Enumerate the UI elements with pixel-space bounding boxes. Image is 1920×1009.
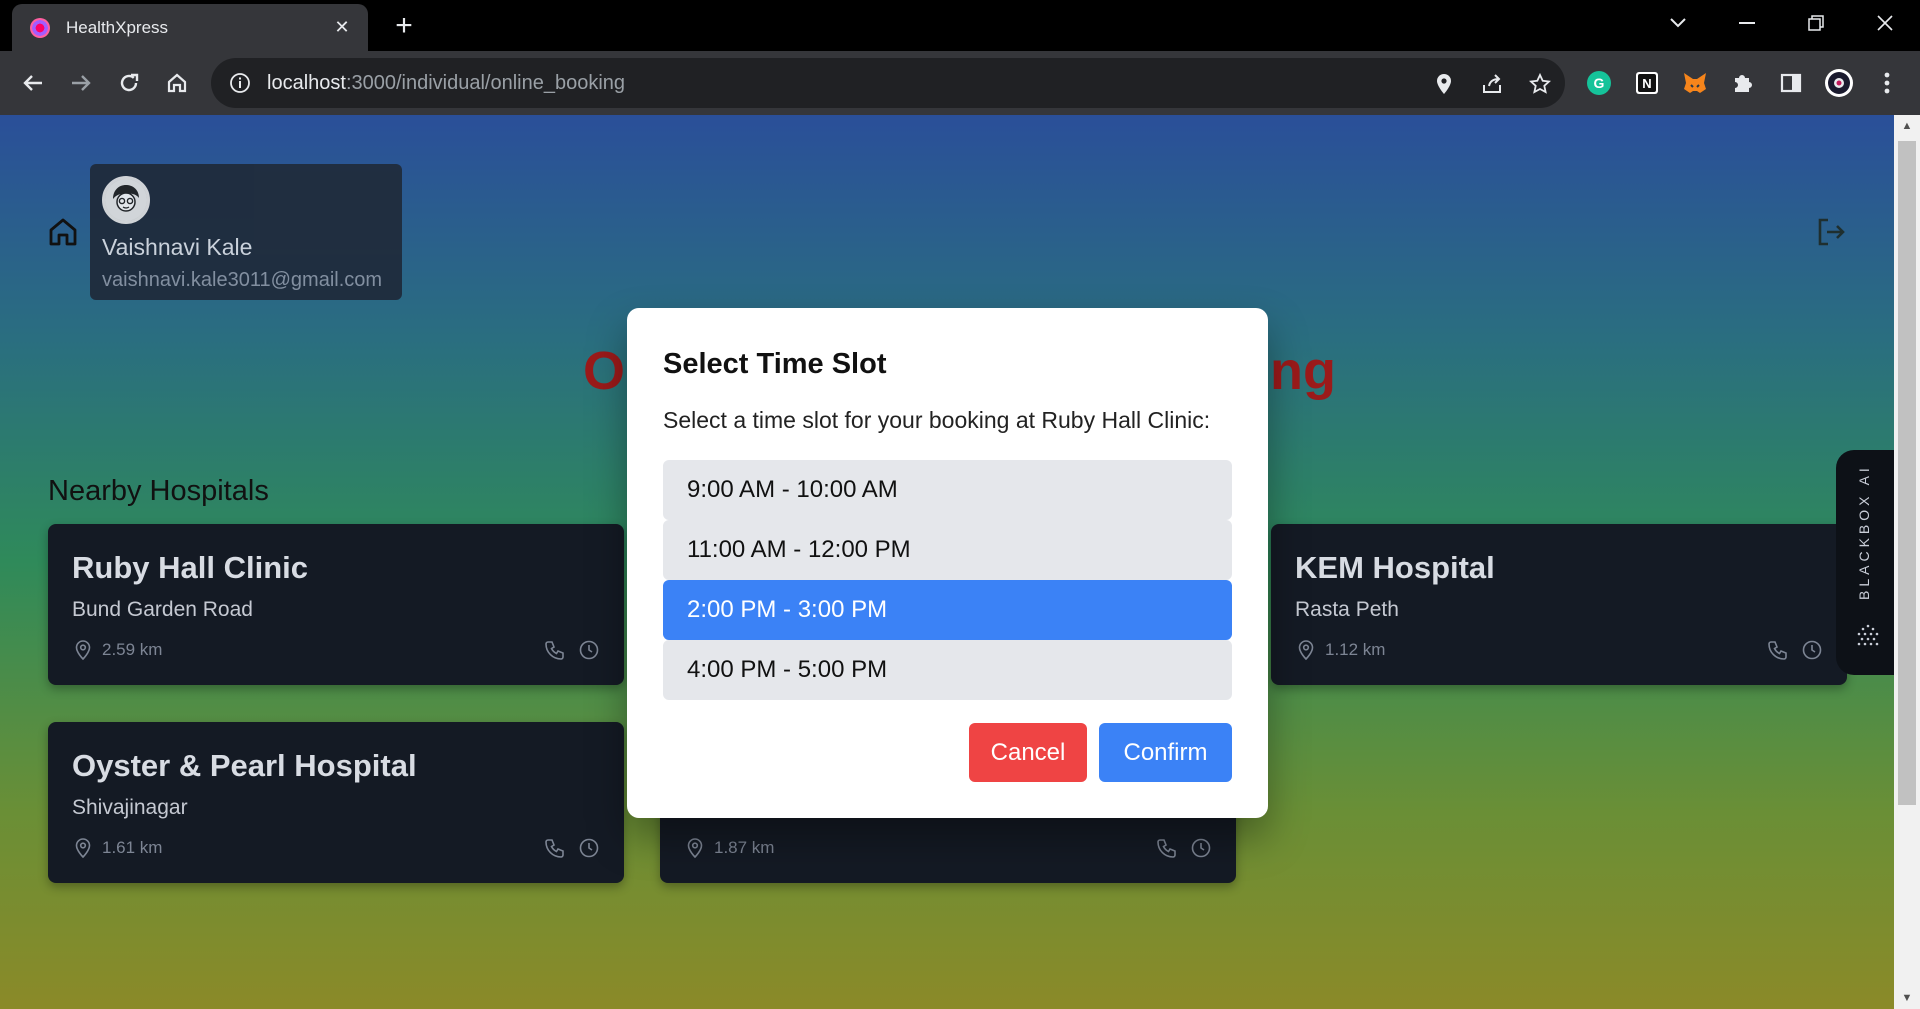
side-panel-icon[interactable] <box>1775 67 1807 99</box>
hospital-card[interactable]: KEM Hospital Rasta Peth 1.12 km <box>1271 524 1847 685</box>
hospital-name: KEM Hospital <box>1295 550 1495 585</box>
clock-icon[interactable] <box>578 837 600 859</box>
map-pin-icon <box>1295 639 1317 661</box>
confirm-button[interactable]: Confirm <box>1099 723 1232 782</box>
nearby-hospitals-heading: Nearby Hospitals <box>48 475 269 507</box>
notion-extension-icon[interactable]: N <box>1631 67 1663 99</box>
hospital-card[interactable]: Ruby Hall Clinic Bund Garden Road 2.59 k… <box>48 524 624 685</box>
avatar <box>102 176 150 224</box>
tab-strip: HealthXpress ✕ + <box>0 0 1920 51</box>
hospital-area: Shivajinagar <box>72 796 188 819</box>
browser-tab[interactable]: HealthXpress ✕ <box>12 4 368 51</box>
user-profile-card[interactable]: Vaishnavi Kale vaishnavi.kale3011@gmail.… <box>90 164 402 300</box>
metamask-extension-icon[interactable] <box>1679 67 1711 99</box>
new-tab-button[interactable]: + <box>388 9 420 42</box>
address-bar[interactable]: localhost:3000/individual/online_booking <box>211 58 1565 108</box>
modal-title: Select Time Slot <box>663 348 887 380</box>
hospital-distance: 1.61 km <box>72 837 162 859</box>
map-pin-icon <box>72 837 94 859</box>
phone-icon[interactable] <box>1156 837 1178 859</box>
share-icon[interactable] <box>1479 71 1505 97</box>
clock-icon[interactable] <box>1190 837 1212 859</box>
browser-toolbar: localhost:3000/individual/online_booking… <box>0 51 1920 115</box>
hospital-card[interactable]: Oyster & Pearl Hospital Shivajinagar 1.6… <box>48 722 624 883</box>
browser-menu-icon[interactable] <box>1871 67 1903 99</box>
hospital-area: Bund Garden Road <box>72 598 253 621</box>
logout-icon[interactable] <box>1814 215 1850 251</box>
phone-icon[interactable] <box>1767 639 1789 661</box>
blackbox-ai-widget[interactable]: BLACKBOX AI <box>1836 450 1896 675</box>
cancel-button[interactable]: Cancel <box>969 723 1087 782</box>
phone-icon[interactable] <box>544 639 566 661</box>
reload-button[interactable] <box>113 67 145 99</box>
profile-avatar-icon[interactable] <box>1823 67 1855 99</box>
forward-button[interactable] <box>65 67 97 99</box>
minimize-button[interactable] <box>1727 8 1767 38</box>
scroll-down-arrow-icon[interactable]: ▼ <box>1894 987 1920 1009</box>
page-scrollbar[interactable]: ▲ ▼ <box>1894 115 1920 1009</box>
svg-text:N: N <box>1642 76 1651 91</box>
home-button[interactable] <box>161 67 193 99</box>
home-icon[interactable] <box>46 215 80 249</box>
time-slot-option-selected[interactable]: 2:00 PM - 3:00 PM <box>663 580 1232 640</box>
restore-button[interactable] <box>1796 8 1836 38</box>
modal-description: Select a time slot for your booking at R… <box>663 407 1211 433</box>
app-favicon-icon <box>30 17 50 38</box>
time-slot-option[interactable]: 9:00 AM - 10:00 AM <box>663 460 1232 520</box>
location-icon[interactable] <box>1431 71 1457 97</box>
user-name: Vaishnavi Kale <box>102 234 253 260</box>
tab-title: HealthXpress <box>66 17 169 37</box>
blackbox-dots-icon <box>1854 622 1882 650</box>
hospital-distance: 1.87 km <box>684 837 774 859</box>
time-slot-list: 9:00 AM - 10:00 AM 11:00 AM - 12:00 PM 2… <box>663 460 1232 700</box>
site-info-icon[interactable] <box>229 72 251 94</box>
hospital-area: Rasta Peth <box>1295 598 1399 621</box>
grammarly-extension-icon[interactable]: G <box>1583 67 1615 99</box>
scrollbar-thumb[interactable] <box>1898 141 1916 805</box>
close-tab-icon[interactable]: ✕ <box>330 16 354 40</box>
hospital-name: Ruby Hall Clinic <box>72 550 308 585</box>
bookmark-star-icon[interactable] <box>1527 71 1553 97</box>
hospital-distance: 2.59 km <box>72 639 162 661</box>
hospital-name: Oyster & Pearl Hospital <box>72 748 417 783</box>
time-slot-option[interactable]: 4:00 PM - 5:00 PM <box>663 640 1232 700</box>
url-text[interactable]: localhost:3000/individual/online_booking <box>267 72 625 95</box>
phone-icon[interactable] <box>544 837 566 859</box>
close-window-button[interactable] <box>1865 8 1905 38</box>
tab-search-chevron-icon[interactable] <box>1658 8 1698 38</box>
scroll-up-arrow-icon[interactable]: ▲ <box>1894 115 1920 137</box>
hospital-distance: 1.12 km <box>1295 639 1385 661</box>
svg-text:G: G <box>1594 75 1605 91</box>
user-email: vaishnavi.kale3011@gmail.com <box>102 269 383 291</box>
blackbox-ai-label: BLACKBOX AI <box>1856 464 1872 600</box>
clock-icon[interactable] <box>1801 639 1823 661</box>
time-slot-modal: Select Time Slot Select a time slot for … <box>627 308 1268 818</box>
map-pin-icon <box>684 837 706 859</box>
page-viewport: Vaishnavi Kale vaishnavi.kale3011@gmail.… <box>0 115 1920 1009</box>
map-pin-icon <box>72 639 94 661</box>
time-slot-option[interactable]: 11:00 AM - 12:00 PM <box>663 520 1232 580</box>
page-title-fragment-left: O <box>583 341 626 401</box>
extensions-puzzle-icon[interactable] <box>1727 67 1759 99</box>
page-title-fragment-right: ng <box>1270 341 1336 401</box>
back-button[interactable] <box>17 67 49 99</box>
clock-icon[interactable] <box>578 639 600 661</box>
